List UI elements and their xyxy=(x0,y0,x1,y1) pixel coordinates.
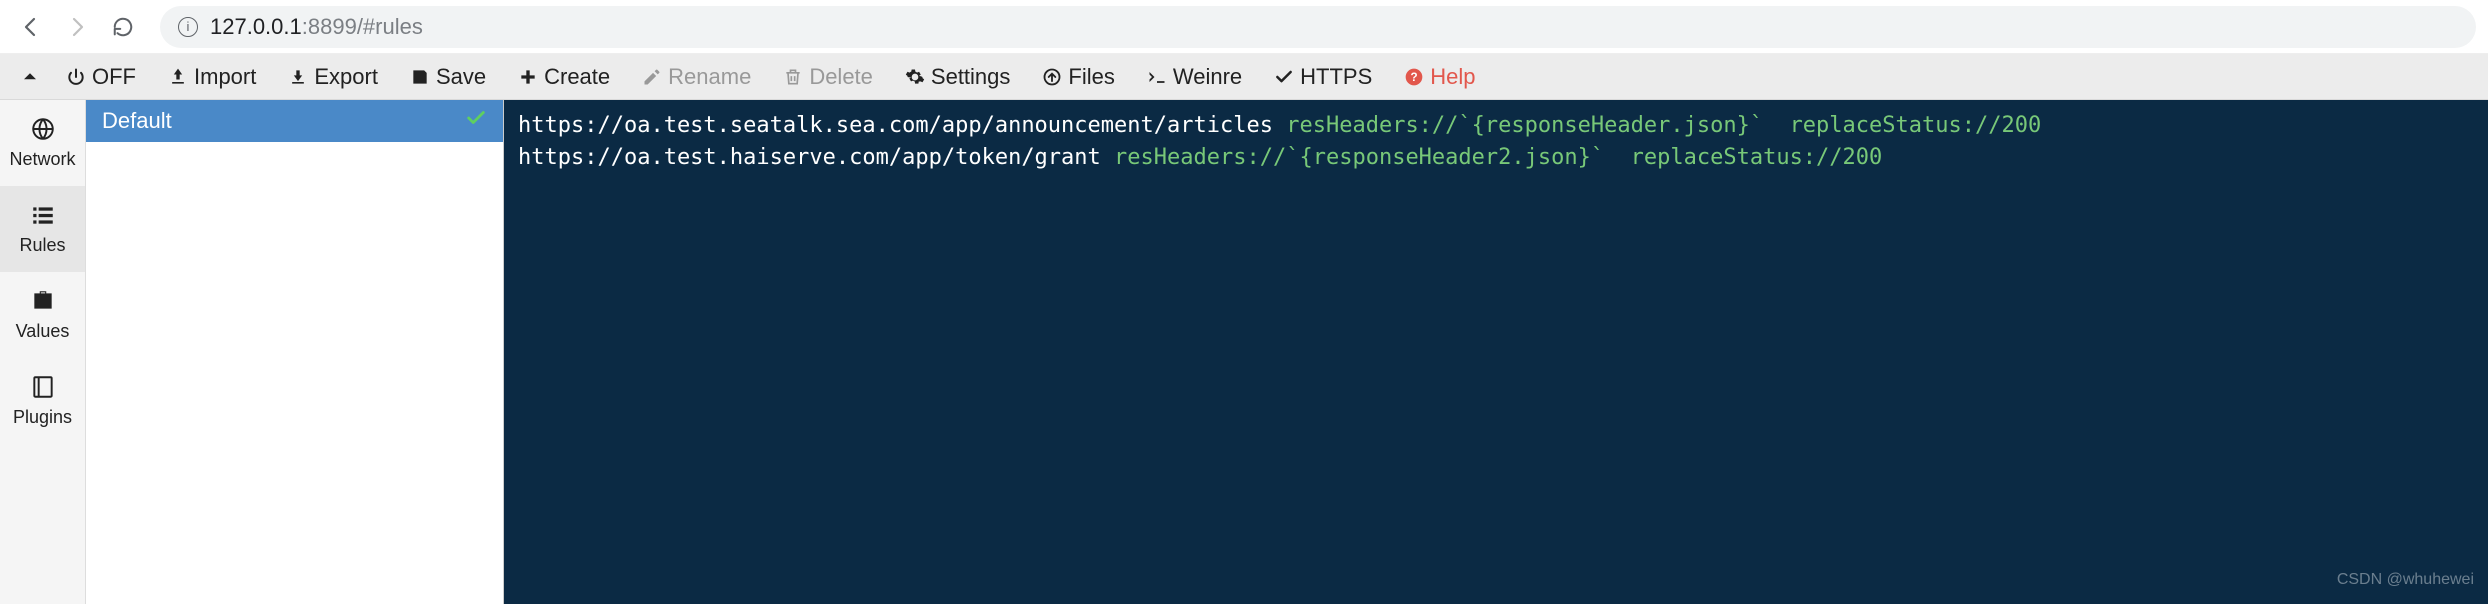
export-icon xyxy=(288,67,308,87)
files-label: Files xyxy=(1068,64,1114,90)
rules-list-panel: Default xyxy=(86,100,504,604)
settings-label: Settings xyxy=(931,64,1011,90)
briefcase-icon xyxy=(29,287,57,315)
url-text: 127.0.0.1:8899/#rules xyxy=(210,14,423,40)
power-icon xyxy=(66,67,86,87)
import-icon xyxy=(168,67,188,87)
sidebar-item-network[interactable]: Network xyxy=(0,100,85,186)
delete-button[interactable]: Delete xyxy=(767,54,889,99)
rule-item-default[interactable]: Default xyxy=(86,100,503,142)
check-icon xyxy=(465,107,487,135)
sidebar-values-label: Values xyxy=(16,321,70,342)
book-icon xyxy=(29,373,57,401)
editor-line2-k1: resHeaders://`{responseHeader2.json}` xyxy=(1114,145,1604,170)
https-label: HTTPS xyxy=(1300,64,1372,90)
url-host: 127.0.0.1 xyxy=(210,14,302,40)
sidebar-item-rules[interactable]: Rules xyxy=(0,186,85,272)
rules-editor[interactable]: https://oa.test.seatalk.sea.com/app/anno… xyxy=(504,100,2488,604)
off-button[interactable]: OFF xyxy=(50,54,152,99)
import-label: Import xyxy=(194,64,256,90)
reload-button[interactable] xyxy=(104,8,142,46)
svg-text:?: ? xyxy=(1411,71,1418,84)
rename-label: Rename xyxy=(668,64,751,90)
editor-line2-k2: replaceStatus://200 xyxy=(1631,145,1883,170)
settings-button[interactable]: Settings xyxy=(889,54,1027,99)
import-button[interactable]: Import xyxy=(152,54,272,99)
pencil-icon xyxy=(642,67,662,87)
files-button[interactable]: Files xyxy=(1026,54,1130,99)
app-toolbar: OFF Import Export Save Create Rename D xyxy=(0,54,2488,100)
sidebar-rules-label: Rules xyxy=(19,235,65,256)
terminal-icon xyxy=(1147,67,1167,87)
export-label: Export xyxy=(314,64,378,90)
url-port: :8899 xyxy=(302,14,357,40)
globe-icon xyxy=(29,115,57,143)
editor-line1-k1: resHeaders://`{responseHeader.json}` xyxy=(1286,113,1763,138)
upload-icon xyxy=(1042,67,1062,87)
create-button[interactable]: Create xyxy=(502,54,626,99)
sidebar-item-plugins[interactable]: Plugins xyxy=(0,358,85,444)
create-label: Create xyxy=(544,64,610,90)
rename-button[interactable]: Rename xyxy=(626,54,767,99)
delete-label: Delete xyxy=(809,64,873,90)
rule-item-label: Default xyxy=(102,108,172,134)
browser-navigation-bar: i 127.0.0.1:8899/#rules xyxy=(0,0,2488,54)
save-icon xyxy=(410,67,430,87)
off-label: OFF xyxy=(92,64,136,90)
gear-icon xyxy=(905,67,925,87)
sidebar-item-values[interactable]: Values xyxy=(0,272,85,358)
forward-button[interactable] xyxy=(58,8,96,46)
list-icon xyxy=(29,201,57,229)
check-icon xyxy=(1274,67,1294,87)
save-label: Save xyxy=(436,64,486,90)
weinre-label: Weinre xyxy=(1173,64,1242,90)
collapse-button[interactable] xyxy=(10,54,50,99)
help-label: Help xyxy=(1430,64,1475,90)
save-button[interactable]: Save xyxy=(394,54,502,99)
url-hash: /#rules xyxy=(357,14,423,40)
sidebar-plugins-label: Plugins xyxy=(13,407,72,428)
watermark: CSDN @whuhewei xyxy=(2337,564,2474,596)
trash-icon xyxy=(783,67,803,87)
site-info-icon[interactable]: i xyxy=(178,17,198,37)
editor-line2-url: https://oa.test.haiserve.com/app/token/g… xyxy=(518,145,1101,170)
help-icon: ? xyxy=(1404,67,1424,87)
weinre-button[interactable]: Weinre xyxy=(1131,54,1258,99)
editor-line1-url: https://oa.test.seatalk.sea.com/app/anno… xyxy=(518,113,1273,138)
left-sidebar: Network Rules Values Plugins xyxy=(0,100,86,604)
help-button[interactable]: ? Help xyxy=(1388,54,1491,99)
sidebar-network-label: Network xyxy=(9,149,75,170)
export-button[interactable]: Export xyxy=(272,54,394,99)
https-button[interactable]: HTTPS xyxy=(1258,54,1388,99)
main-area: Network Rules Values Plugins Default xyxy=(0,100,2488,604)
address-bar[interactable]: i 127.0.0.1:8899/#rules xyxy=(160,6,2476,48)
plus-icon xyxy=(518,67,538,87)
editor-line1-k2: replaceStatus://200 xyxy=(1790,113,2042,138)
back-button[interactable] xyxy=(12,8,50,46)
